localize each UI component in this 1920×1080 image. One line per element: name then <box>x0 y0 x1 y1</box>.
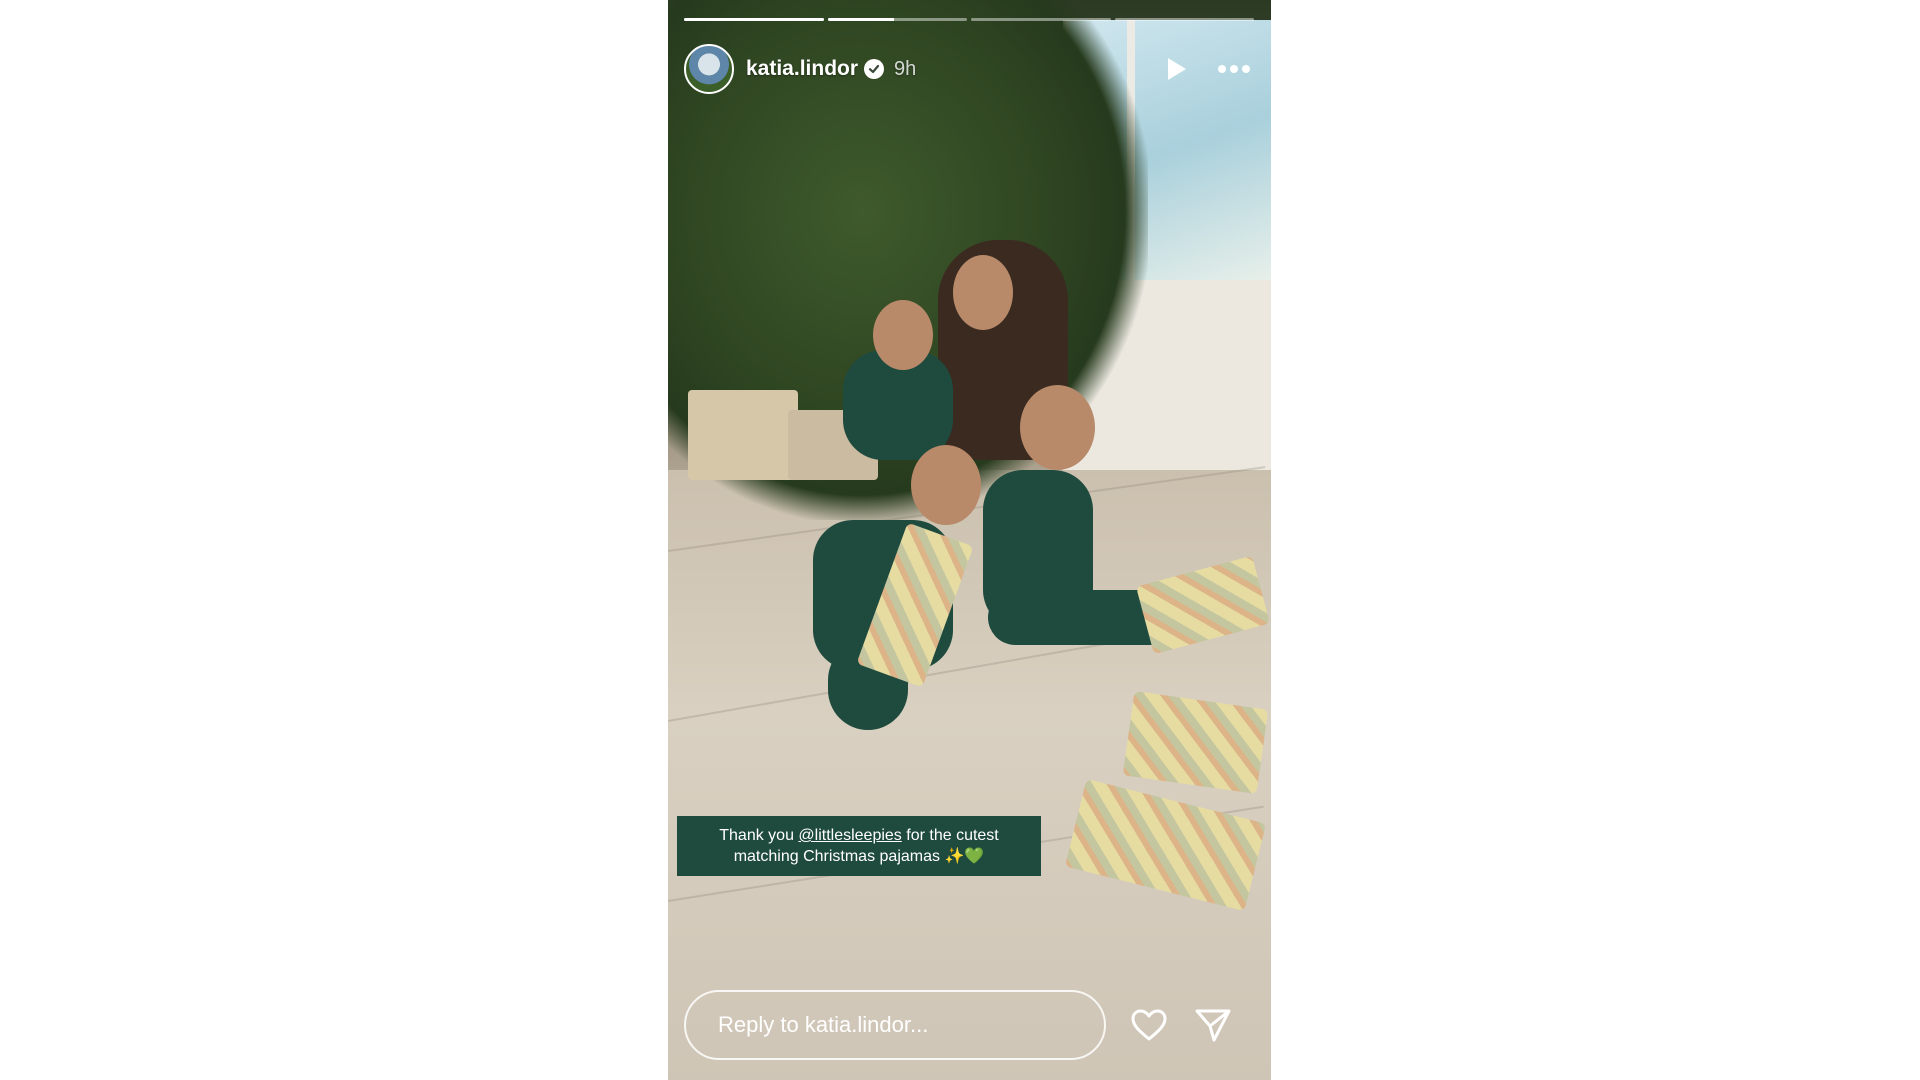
like-button[interactable] <box>1128 1004 1170 1046</box>
play-icon <box>1168 58 1186 80</box>
avatar[interactable] <box>684 44 734 94</box>
present-box-decor <box>688 390 798 480</box>
progress-segment <box>684 18 824 21</box>
story-photo <box>668 0 1271 1080</box>
progress-segment <box>1114 18 1254 21</box>
story-caption: Thank you @littlesleepies for the cutest… <box>677 816 1041 876</box>
progress-segment <box>971 18 1111 21</box>
reply-input[interactable]: Reply to katia.lindor... <box>684 990 1106 1060</box>
child-decor <box>911 445 981 525</box>
caption-text: for the cutest <box>901 827 999 844</box>
heart-icon <box>1131 1009 1167 1041</box>
caption-line-1: Thank you @littlesleepies for the cutest <box>677 825 1041 846</box>
more-options-button[interactable] <box>1214 49 1254 89</box>
person-decor <box>953 255 1013 330</box>
story-header: katia.lindor 9h <box>684 42 1254 96</box>
caption-line-2: matching Christmas pajamas ✨💚 <box>733 848 985 865</box>
time-ago: 9h <box>894 57 917 80</box>
mention-link[interactable]: @littlesleepies <box>798 827 901 844</box>
more-horizontal-icon <box>1218 65 1250 73</box>
story-viewer[interactable]: katia.lindor 9h Thank you @littlesleepie… <box>668 0 1271 1080</box>
share-button[interactable] <box>1192 1004 1234 1046</box>
child-decor <box>1020 385 1095 470</box>
username[interactable]: katia.lindor <box>746 57 858 81</box>
send-icon <box>1195 1009 1231 1042</box>
play-button[interactable] <box>1156 49 1196 89</box>
child-decor <box>873 300 933 370</box>
caption-text: Thank you <box>719 827 799 844</box>
progress-segment <box>827 18 967 21</box>
verified-badge-icon <box>864 59 885 79</box>
story-progress <box>684 18 1254 22</box>
